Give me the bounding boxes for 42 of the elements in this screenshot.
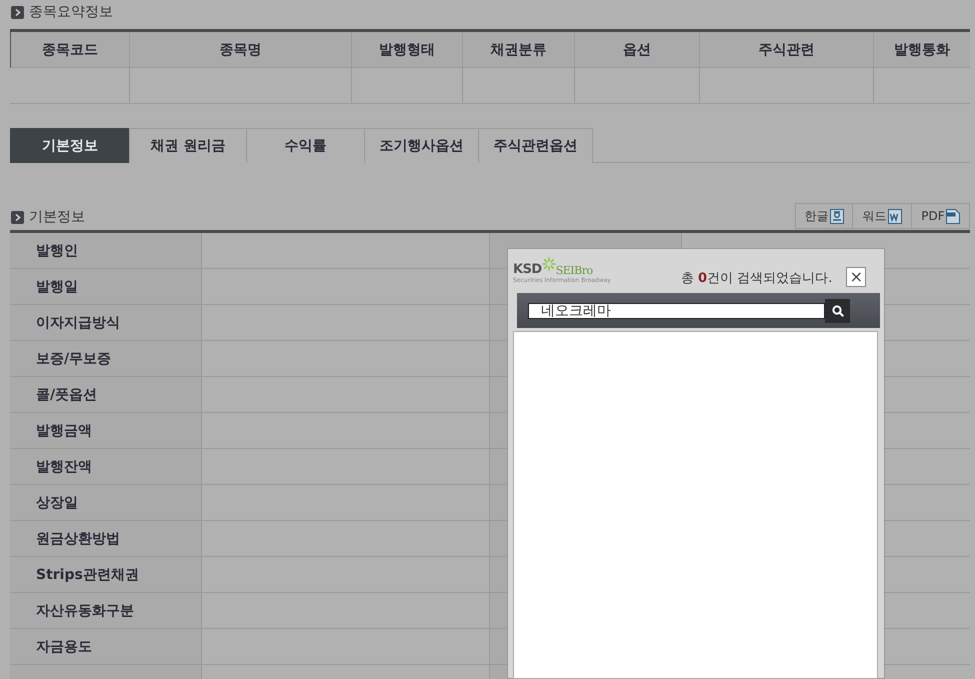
row-label: 보증/무보증 — [10, 341, 202, 376]
column-header: 발행형태 — [351, 32, 462, 68]
column-header: 채권분류 — [462, 32, 574, 68]
row-label: 발행금액 — [10, 413, 202, 448]
export-button[interactable]: 워드 — [852, 203, 912, 229]
column-header: 발행통화 — [873, 32, 970, 68]
row-label: Strips관련채권 — [10, 557, 202, 592]
column-header: 종목코드 — [10, 32, 129, 68]
logo-text: KSD — [513, 262, 542, 277]
result-message: 총 0건이 검색되었습니다. — [680, 270, 832, 287]
row-label: 발행일 — [10, 269, 202, 304]
logo-text: SEIBro — [556, 264, 593, 277]
tab[interactable]: 수익률 — [246, 128, 364, 163]
search-field[interactable]: 네오크레마 — [528, 302, 825, 318]
close-button[interactable]: × — [846, 267, 866, 287]
tab[interactable]: 주식관련옵션 — [478, 128, 593, 163]
tab[interactable]: 조기행사옵션 — [364, 128, 478, 163]
row-label: 콜/풋옵션 — [10, 377, 202, 412]
sparkle-icon — [542, 257, 556, 271]
section-title: 종목요약정보 — [29, 3, 113, 21]
export-button[interactable]: 한글 — [795, 203, 853, 229]
row-label: 발행인 — [10, 233, 202, 268]
document-icon — [830, 208, 844, 224]
document-icon — [888, 208, 902, 224]
column-header: 종목명 — [129, 32, 351, 68]
section-title: 기본정보 — [29, 208, 85, 226]
tab[interactable]: 기본정보 — [10, 128, 129, 163]
column-header: 주식관련 — [699, 32, 873, 68]
bullet-icon — [11, 210, 24, 224]
tab[interactable]: 채권 원리금 — [129, 128, 246, 163]
row-label: 상장일 — [10, 485, 202, 520]
row-label: 자금용도 — [10, 629, 202, 664]
bullet-icon — [11, 6, 24, 18]
row-label: 이자지급방식 — [10, 305, 202, 340]
row-label: 원금상환방법 — [10, 521, 202, 556]
row-label: 자산유동화구분 — [10, 593, 202, 628]
export-button[interactable]: PDF — [911, 203, 970, 229]
search-icon — [832, 304, 844, 316]
row-label: 발행잔액 — [10, 449, 202, 484]
search-button[interactable] — [825, 298, 850, 322]
column-header: 옵션 — [574, 32, 699, 68]
document-icon — [946, 208, 960, 224]
